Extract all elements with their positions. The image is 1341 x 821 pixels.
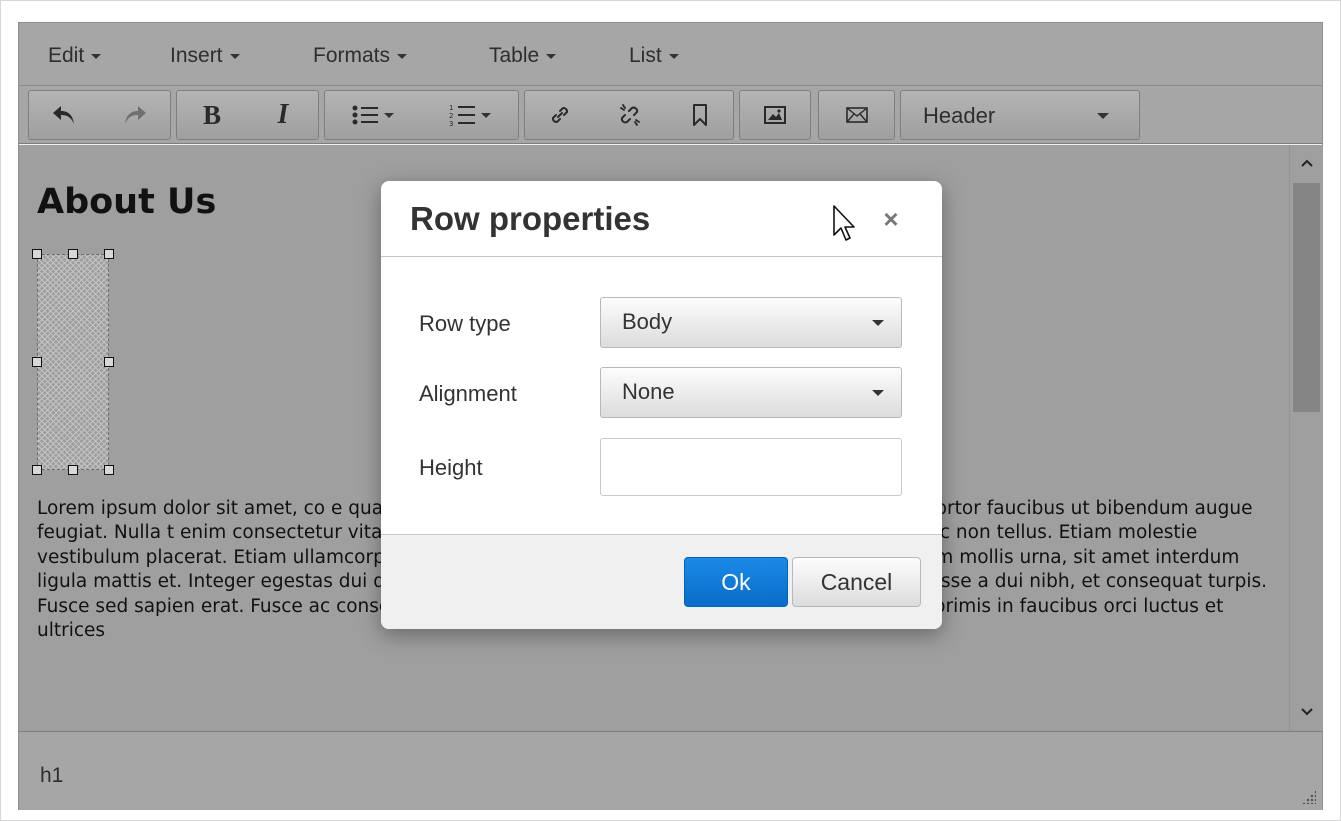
menu-insert[interactable]: Insert bbox=[170, 44, 240, 68]
statusbar: h1 bbox=[19, 731, 1322, 810]
insert-image-button[interactable] bbox=[740, 91, 810, 139]
ok-button[interactable]: Ok bbox=[684, 557, 788, 607]
chevron-down-icon bbox=[1097, 113, 1109, 119]
undo-button[interactable] bbox=[29, 91, 99, 139]
dialog-footer: Ok Cancel bbox=[381, 534, 942, 629]
bullet-list-icon bbox=[352, 105, 378, 125]
resize-handle[interactable] bbox=[32, 249, 42, 259]
image-group bbox=[739, 90, 811, 140]
scroll-down-arrow[interactable] bbox=[1290, 698, 1324, 726]
height-input[interactable] bbox=[600, 438, 902, 496]
scroll-up-arrow[interactable] bbox=[1290, 149, 1324, 177]
history-group bbox=[28, 90, 171, 140]
chevron-down-icon bbox=[229, 53, 240, 59]
scroll-thumb[interactable] bbox=[1293, 183, 1320, 412]
alignment-value: None bbox=[622, 379, 675, 404]
envelope-icon bbox=[845, 107, 868, 123]
image-icon bbox=[764, 106, 786, 124]
numbered-list-icon: 123 bbox=[449, 104, 475, 127]
chevron-down-icon bbox=[480, 112, 491, 118]
block-format-value: Header bbox=[923, 103, 996, 128]
chevron-down-icon bbox=[668, 53, 679, 59]
menu-formats-label: Formats bbox=[313, 44, 391, 67]
resize-handle[interactable] bbox=[68, 249, 78, 259]
italic-label: I bbox=[277, 99, 289, 130]
menu-formats[interactable]: Formats bbox=[313, 44, 408, 68]
dialog-title: Row properties bbox=[410, 200, 651, 237]
alignment-select[interactable]: None bbox=[600, 367, 902, 418]
menu-edit-label: Edit bbox=[48, 44, 85, 67]
chevron-down-icon bbox=[91, 53, 102, 59]
svg-text:3: 3 bbox=[449, 120, 453, 127]
cancel-button[interactable]: Cancel bbox=[792, 557, 921, 607]
resize-handle[interactable] bbox=[104, 249, 114, 259]
chevron-up-icon bbox=[1301, 159, 1313, 167]
bold-label: B bbox=[202, 99, 221, 130]
height-label: Height bbox=[419, 455, 483, 480]
svg-text:2: 2 bbox=[449, 112, 453, 120]
block-format-select[interactable]: Header bbox=[900, 90, 1140, 140]
bookmark-button[interactable] bbox=[665, 91, 734, 139]
insert-email-button[interactable] bbox=[819, 91, 894, 139]
chevron-down-icon bbox=[397, 53, 408, 59]
menu-edit[interactable]: Edit bbox=[48, 44, 102, 68]
document-heading[interactable]: About Us bbox=[37, 182, 216, 222]
close-icon: × bbox=[883, 203, 899, 234]
redo-icon bbox=[125, 106, 146, 124]
menu-insert-label: Insert bbox=[170, 44, 223, 67]
resize-handle[interactable] bbox=[32, 357, 42, 367]
mouse-cursor-icon bbox=[833, 205, 855, 241]
italic-button[interactable]: I bbox=[247, 91, 319, 139]
email-group bbox=[818, 90, 895, 140]
close-button[interactable]: × bbox=[879, 204, 903, 234]
resize-handle[interactable] bbox=[68, 465, 78, 475]
vertical-scrollbar[interactable] bbox=[1289, 145, 1323, 731]
image-placeholder[interactable] bbox=[37, 254, 109, 470]
dialog-header: Row properties × bbox=[381, 181, 942, 257]
menu-table-label: Table bbox=[489, 44, 540, 67]
redo-button[interactable] bbox=[99, 91, 171, 139]
chevron-down-icon bbox=[872, 320, 884, 326]
link-icon bbox=[551, 106, 569, 124]
chevron-down-icon bbox=[383, 112, 394, 118]
unlink-icon bbox=[620, 104, 640, 126]
row-type-label: Row type bbox=[419, 311, 511, 336]
menubar: Edit Insert Formats Table List bbox=[19, 23, 1322, 86]
chevron-down-icon bbox=[1301, 708, 1313, 716]
bold-button[interactable]: B bbox=[177, 91, 247, 139]
list-group: 123 bbox=[324, 90, 519, 140]
resize-handle[interactable] bbox=[104, 465, 114, 475]
numbered-list-button[interactable]: 123 bbox=[420, 91, 519, 139]
row-type-select[interactable]: Body bbox=[600, 297, 902, 348]
alignment-label: Alignment bbox=[419, 381, 517, 406]
svg-text:1: 1 bbox=[449, 104, 453, 112]
bookmark-icon bbox=[692, 104, 707, 126]
row-type-value: Body bbox=[622, 309, 673, 334]
menu-table[interactable]: Table bbox=[489, 44, 557, 68]
menu-list-label: List bbox=[629, 44, 662, 67]
unlink-button[interactable] bbox=[595, 91, 665, 139]
toolbar: B I 123 Header bbox=[19, 86, 1322, 144]
resize-handle[interactable] bbox=[32, 465, 42, 475]
format-group: B I bbox=[176, 90, 319, 140]
chevron-down-icon bbox=[546, 53, 557, 59]
chevron-down-icon bbox=[872, 390, 884, 396]
menu-list[interactable]: List bbox=[629, 44, 679, 68]
bullet-list-button[interactable] bbox=[325, 91, 420, 139]
link-button[interactable] bbox=[525, 91, 595, 139]
undo-icon bbox=[53, 106, 74, 124]
element-path[interactable]: h1 bbox=[40, 764, 63, 788]
link-group bbox=[524, 90, 734, 140]
resize-grip-icon[interactable] bbox=[1302, 790, 1316, 804]
row-properties-dialog: Row properties × Row type Body Alignment… bbox=[381, 181, 942, 629]
resize-handle[interactable] bbox=[104, 357, 114, 367]
